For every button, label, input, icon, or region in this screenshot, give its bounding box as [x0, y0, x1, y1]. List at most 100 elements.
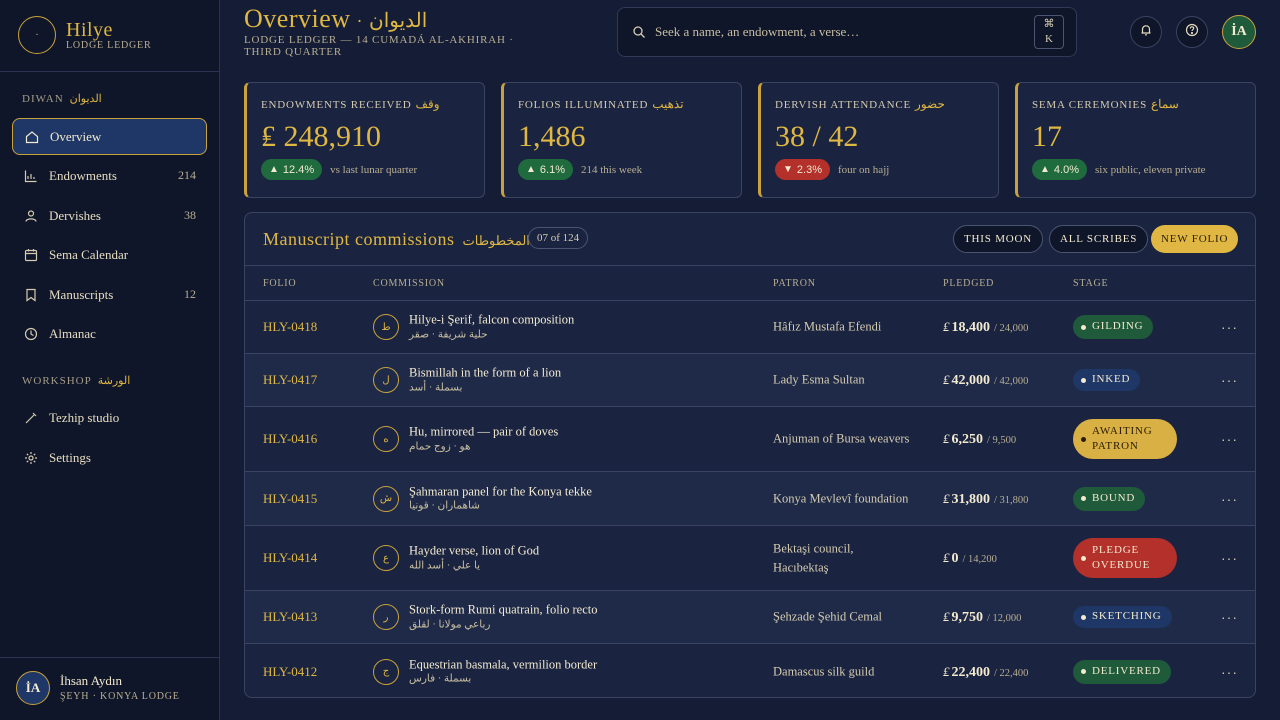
pledge-amount: 42,000	[951, 373, 991, 388]
commission-cell: Equestrian basmala, vermilion border بسم…	[409, 657, 597, 685]
section-label-arabic: الديوان	[69, 93, 102, 105]
more-options-icon[interactable]: ···	[1221, 664, 1238, 680]
sidebar-item-dervishes[interactable]: Dervishes 38	[12, 197, 207, 234]
sidebar-item-label: Sema Calendar	[49, 246, 129, 262]
pledge-amount: 31,800	[951, 491, 991, 507]
sidebar-item-label: Endowments	[49, 167, 117, 183]
column-header-folio[interactable]: FOLIO	[263, 278, 296, 289]
column-header-pledged[interactable]: PLEDGED	[943, 278, 994, 289]
search-bar[interactable]: ⌘ K	[617, 7, 1077, 57]
patron-name: Konya Mevlevî foundation	[773, 491, 909, 506]
help-button[interactable]	[1176, 16, 1208, 48]
kpi-label: DERVISH ATTENDANCE حضور	[775, 97, 998, 112]
sidebar-item-tezhip-studio[interactable]: Tezhip studio	[12, 399, 207, 436]
folio-id[interactable]: HLY-0414	[263, 550, 317, 566]
folio-id[interactable]: HLY-0418	[263, 319, 317, 335]
table-row[interactable]: HLY-0414 ع Hayder verse, lion of God يا …	[245, 525, 1255, 590]
kpi-label: SEMA CEREMONIES سماع	[1032, 97, 1255, 112]
delta-value: 2.3%	[796, 163, 822, 176]
kpi-label-arabic: سماع	[1151, 97, 1179, 111]
kbd-command: ⌘	[1043, 18, 1055, 30]
stage-label: SKETCHING	[1092, 610, 1162, 623]
stage-badge: SKETCHING	[1073, 606, 1172, 628]
sidebar-item-endowments[interactable]: Endowments 214	[12, 157, 207, 194]
stage-badge: AWAITING PATRON	[1073, 419, 1177, 459]
section-label-text: WORKSHOP	[22, 375, 92, 387]
folio-id[interactable]: HLY-0415	[263, 491, 317, 507]
commissions-panel: Manuscript commissions المخطوطات 07 of 12…	[244, 212, 1256, 698]
user-profile[interactable]: İA İhsan Aydın ŞEYH · KONYA LODGE	[16, 671, 180, 705]
commission-subtitle: رباعي مولانا · لقلق	[409, 619, 491, 631]
brand-subtitle: LODGE LEDGER	[66, 39, 152, 51]
section-label-workshop: WORKSHOP الورشة	[22, 374, 130, 387]
folio-id[interactable]: HLY-0413	[263, 609, 317, 625]
filter-all-scribes-button[interactable]: ALL SCRIBES	[1049, 225, 1149, 253]
stage-label: DELIVERED	[1092, 664, 1161, 677]
patron-name: Lady Esma Sultan	[773, 372, 865, 387]
more-options-icon[interactable]: ···	[1221, 550, 1238, 566]
sidebar-item-settings[interactable]: Settings	[12, 439, 207, 476]
currency-symbol: ₤	[943, 663, 950, 679]
folio-id[interactable]: HLY-0412	[263, 664, 317, 680]
new-folio-button[interactable]: NEW FOLIO	[1151, 225, 1239, 253]
sidebar-item-label: Tezhip studio	[49, 409, 120, 425]
currency-symbol: ₤	[943, 609, 950, 624]
column-header-patron[interactable]: PATRON	[773, 278, 816, 289]
count-badge: 214	[178, 168, 196, 182]
kpi-note: vs last lunar quarter	[330, 163, 418, 176]
clock-icon	[24, 327, 38, 341]
kpi-card-endowments: ENDOWMENTS RECEIVED وقف ₤ 248,910 ▲ 12.4% …	[244, 82, 485, 198]
bookmark-icon	[24, 288, 38, 302]
home-icon	[25, 130, 39, 144]
more-options-icon[interactable]: ···	[1221, 372, 1238, 388]
folio-id[interactable]: HLY-0417	[263, 372, 317, 388]
commission-subtitle: حلية شريفة · صقر	[409, 329, 488, 341]
commission-cell: Şahmaran panel for the Konya tekke شاهما…	[409, 483, 592, 512]
search-input[interactable]	[655, 24, 1034, 40]
stage-badge: PLEDGE OVERDUE	[1073, 538, 1177, 578]
pledge-amount: 18,400	[951, 320, 991, 335]
kpi-label-arabic: حضور	[915, 97, 945, 111]
filter-this-moon-button[interactable]: THIS MOON	[953, 225, 1044, 253]
pledge-target: / 9,500	[987, 435, 1017, 446]
more-options-icon[interactable]: ···	[1221, 319, 1238, 335]
table-row[interactable]: HLY-0413 ر Stork-form Rumi quatrain, fol…	[245, 590, 1255, 643]
section-label-text: DIWAN	[22, 93, 64, 105]
kpi-note: four on hajj	[837, 163, 890, 176]
brand[interactable]: · Hilye LODGE LEDGER	[18, 16, 151, 54]
sidebar-item-almanac[interactable]: Almanac	[12, 315, 207, 352]
sidebar-item-manuscripts[interactable]: Manuscripts 12	[12, 276, 207, 313]
kpi-label-text: SEMA CEREMONIES	[1032, 99, 1147, 111]
user-name: İhsan Aydın	[60, 673, 122, 689]
account-avatar[interactable]: İA	[1222, 15, 1256, 49]
folio-id[interactable]: HLY-0416	[263, 431, 317, 447]
delta-badge: ▼ 2.3%	[775, 159, 830, 180]
page-title: Overview · الديوان	[244, 4, 427, 34]
commission-title: Bismillah in the form of a lion	[409, 365, 562, 380]
divider	[0, 657, 219, 658]
glyph-badge: ط	[373, 314, 399, 340]
arrow-up-icon: ▲	[269, 164, 279, 175]
table-row[interactable]: HLY-0416 ه Hu, mirrored — pair of doves …	[245, 406, 1255, 471]
table-row[interactable]: HLY-0415 ش Şahmaran panel for the Konya …	[245, 471, 1255, 525]
commission-title: Şahmaran panel for the Konya tekke	[409, 483, 592, 498]
status-dot-icon	[1081, 324, 1086, 330]
sidebar-item-sema-calendar[interactable]: Sema Calendar	[12, 236, 207, 273]
column-header-commission[interactable]: COMMISSION	[373, 278, 445, 289]
notifications-button[interactable]	[1130, 16, 1162, 48]
pledge-cell: ₤ 42,000/ 42,000	[943, 371, 1028, 389]
currency-symbol: ₤	[943, 372, 950, 387]
kpi-note: 214 this week	[580, 163, 643, 176]
table-row[interactable]: HLY-0417 ل Bismillah in the form of a li…	[245, 353, 1255, 406]
more-options-icon[interactable]: ···	[1221, 491, 1238, 507]
table-row[interactable]: HLY-0418 ط Hilye-i Şerif, falcon composi…	[245, 300, 1255, 353]
table-row[interactable]: HLY-0412 ج Equestrian basmala, vermilion…	[245, 643, 1255, 697]
stage-label: AWAITING PATRON	[1092, 424, 1153, 452]
more-options-icon[interactable]: ···	[1221, 431, 1238, 447]
column-header-stage[interactable]: STAGE	[1073, 278, 1108, 289]
glyph-badge: ر	[373, 604, 399, 630]
sidebar-item-overview[interactable]: Overview	[12, 118, 207, 155]
sidebar-item-label: Dervishes	[49, 207, 101, 223]
panel-title: Manuscript commissions المخطوطات	[263, 229, 530, 250]
more-options-icon[interactable]: ···	[1221, 609, 1238, 625]
